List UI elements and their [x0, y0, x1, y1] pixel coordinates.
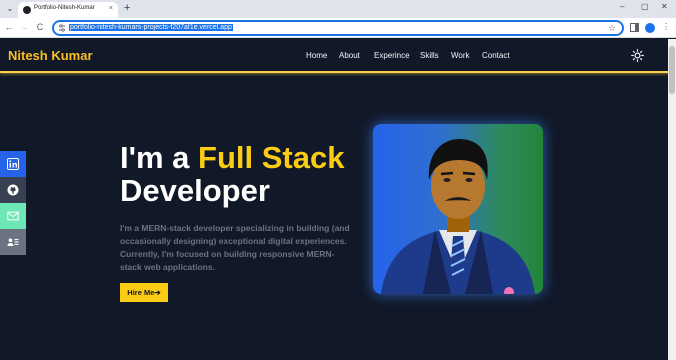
profile-avatar[interactable]: [645, 23, 655, 33]
tab-search-button[interactable]: ⌄: [4, 3, 16, 15]
site-brand[interactable]: Nitesh Kumar: [8, 48, 93, 63]
profile-photo: [373, 124, 543, 294]
hero-description: I'm a MERN-stack developer specializing …: [120, 223, 350, 272]
person-portrait-illustration: [381, 138, 535, 294]
email-link[interactable]: [0, 203, 26, 229]
browser-tab[interactable]: Portfolio-Nitesh-Kumar ×: [18, 2, 118, 18]
site-navbar: Nitesh Kumar Home About Experince Skills…: [0, 39, 668, 73]
back-button[interactable]: ←: [3, 22, 15, 32]
mail-icon: [7, 211, 19, 221]
minimize-button[interactable]: –: [620, 2, 624, 11]
nav-link-home[interactable]: Home: [306, 51, 327, 60]
web-page: Nitesh Kumar Home About Experince Skills…: [0, 39, 668, 360]
reload-button[interactable]: C: [34, 22, 46, 32]
side-panel-icon[interactable]: [630, 23, 639, 32]
tab-title: Portfolio-Nitesh-Kumar: [34, 5, 95, 11]
nav-link-work[interactable]: Work: [451, 51, 470, 60]
scrollbar-thumb[interactable]: [669, 46, 675, 94]
hero-heading: I'm a Full Stack Developer: [120, 141, 370, 207]
nav-link-experience[interactable]: Experince: [374, 51, 410, 60]
browser-toolbar: ← → C portfolio-nitesh-kumars-projects-f…: [0, 18, 676, 38]
hire-me-button[interactable]: Hire Me➔: [120, 283, 168, 302]
browser-tab-strip: ⌄ Portfolio-Nitesh-Kumar × + – ▢ ✕: [0, 0, 676, 18]
theme-toggle-sun-icon[interactable]: [631, 49, 644, 62]
github-icon: [7, 184, 19, 196]
forward-button[interactable]: →: [18, 22, 30, 32]
nav-link-skills[interactable]: Skills: [420, 51, 439, 60]
hire-me-label: Hire Me: [127, 288, 155, 297]
url-text[interactable]: portfolio-nitesh-kumars-projects-f207af1…: [69, 24, 233, 31]
github-link[interactable]: [0, 177, 26, 203]
arrow-right-icon: ➔: [154, 288, 161, 297]
favicon-icon: [23, 6, 31, 14]
nav-link-contact[interactable]: Contact: [482, 51, 510, 60]
linkedin-link[interactable]: [0, 151, 26, 177]
close-window-button[interactable]: ✕: [661, 2, 668, 11]
browser-menu-button[interactable]: ⋮: [662, 22, 670, 31]
hero-heading-highlight: Full Stack: [198, 140, 345, 175]
address-bar[interactable]: portfolio-nitesh-kumars-projects-f207af1…: [52, 20, 624, 36]
contact-card-icon: [7, 238, 19, 246]
new-tab-button[interactable]: +: [124, 2, 130, 14]
maximize-button[interactable]: ▢: [641, 2, 649, 11]
hero-heading-prefix: I'm a: [120, 140, 199, 175]
tab-close-button[interactable]: ×: [109, 5, 113, 12]
resume-link[interactable]: [0, 229, 26, 255]
bookmark-star-icon[interactable]: ☆: [608, 23, 616, 34]
site-info-icon[interactable]: [58, 24, 66, 32]
linkedin-icon: [7, 158, 19, 170]
nav-link-about[interactable]: About: [339, 51, 360, 60]
hero-heading-suffix: Developer: [120, 173, 270, 208]
